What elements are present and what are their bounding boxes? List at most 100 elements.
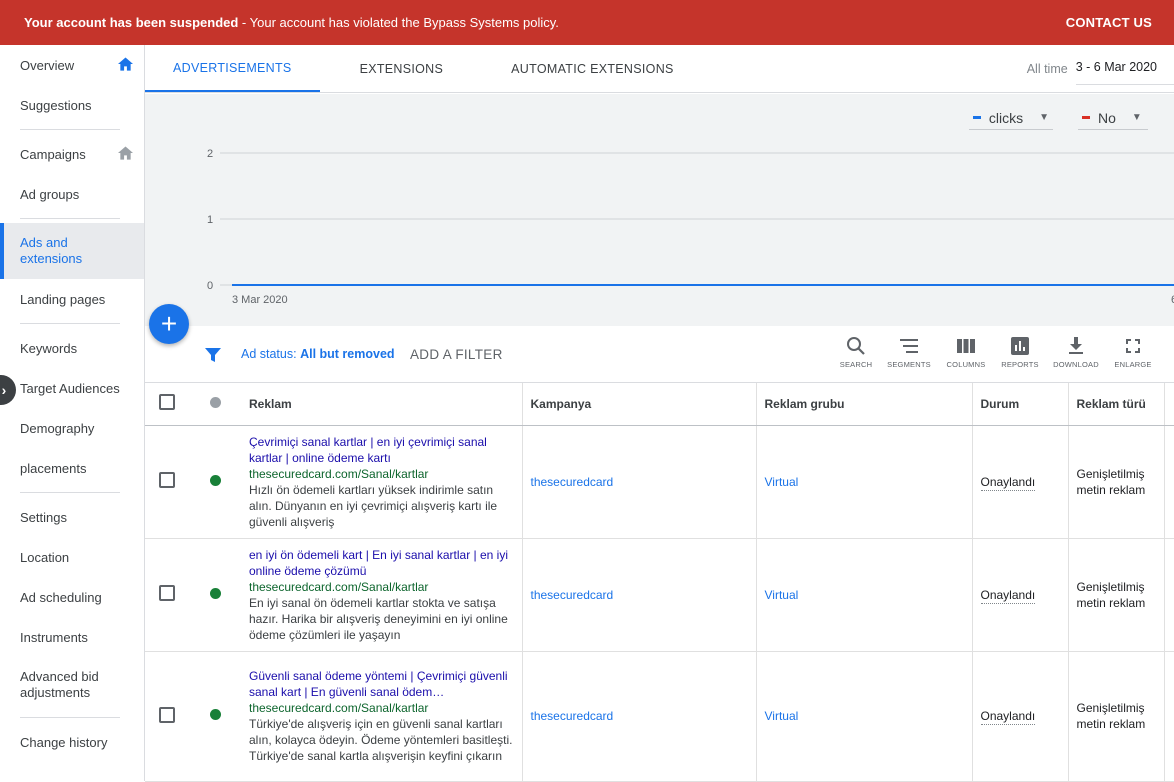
ad-headline-link[interactable]: Güvenli sanal ödeme yöntemi | Çevrimiçi …	[249, 668, 514, 700]
sidebar-item-campaigns[interactable]: Campaigns	[0, 134, 144, 174]
adtype-cell: Genişletilmiş metin reklam	[1068, 651, 1165, 782]
ad-cell: en iyi ön ödemeli kart | En iyi sanal ka…	[241, 538, 523, 652]
row-select-cell	[145, 651, 189, 782]
table-row: Güvenli sanal ödeme yöntemi | Çevrimiçi …	[145, 651, 1174, 782]
download-icon	[1069, 337, 1083, 354]
sidebar-item-placements[interactable]: placements	[0, 448, 144, 488]
sidebar-item-location[interactable]: Location	[0, 537, 144, 577]
sidebar-item-ad-groups[interactable]: Ad groups	[0, 174, 144, 214]
ad-type-text: Genişletilmiş metin reklam	[1076, 579, 1146, 610]
sidebar-item-ad-scheduling[interactable]: Ad scheduling	[0, 577, 144, 617]
sidebar-item-label: Suggestions	[20, 97, 92, 113]
dropdown-caret-icon: ▼	[1039, 112, 1049, 123]
sidebar-item-instruments[interactable]: Instruments	[0, 617, 144, 657]
sidebar-item-label: Ads and extensions	[20, 235, 83, 266]
row-checkbox[interactable]	[159, 472, 175, 488]
segments-tool-button[interactable]: SEGMENTS	[887, 336, 931, 369]
row-select-cell	[145, 538, 189, 652]
adgroup-link[interactable]: Virtual	[765, 709, 799, 723]
metric-selector-clicks[interactable]: clicks ▼	[969, 106, 1053, 130]
sidebar-item-ads-and-extensions[interactable]: Ads and extensions	[0, 223, 144, 279]
table-row: Çevrimiçi sanal kartlar | en iyi çevrimi…	[145, 425, 1174, 539]
sidebar-item-suggestions[interactable]: Suggestions	[0, 85, 144, 125]
y-tick-label: 0	[207, 280, 213, 292]
sidebar-item-label: Target Audiences	[20, 380, 120, 396]
overflow-cell	[1164, 425, 1174, 539]
campaign-cell: thesecuredcard	[522, 425, 757, 539]
divider	[20, 218, 120, 219]
ad-status-label: Ad status:	[241, 347, 297, 361]
status-dot-icon	[209, 474, 221, 486]
ad-display-url: thesecuredcard.com/Sanal/kartlar	[249, 701, 429, 715]
column-header-reklam[interactable]: Reklam	[241, 383, 523, 426]
sidebar-item-label: Keywords	[20, 340, 78, 356]
sidebar-item-label: Ad groups	[20, 186, 80, 202]
banner-text: - Your account has violated the Bypass S…	[238, 15, 559, 30]
sidebar-item-change-history[interactable]: Change history	[0, 722, 144, 762]
select-all-cell	[145, 383, 189, 426]
campaign-link[interactable]: thesecuredcard	[531, 588, 614, 602]
sidebar-item-landing-pages[interactable]: Landing pages	[0, 279, 144, 319]
sidebar-item-settings[interactable]: Settings	[0, 497, 144, 537]
ad-headline-link[interactable]: Çevrimiçi sanal kartlar | en iyi çevrimi…	[249, 434, 514, 466]
campaign-cell: thesecuredcard	[522, 538, 757, 652]
status-text[interactable]: Onaylandı	[980, 587, 1036, 604]
performance-chart: 2 1 0 3 Mar 2020 6 clicks ▼ No ▼	[145, 94, 1174, 326]
campaign-link[interactable]: thesecuredcard	[531, 475, 614, 489]
ad-cell: Güvenli sanal ödeme yöntemi | Çevrimiçi …	[241, 651, 523, 782]
download-tool-button[interactable]: DOWNLOAD	[1053, 336, 1099, 369]
tool-label: ENLARGE	[1114, 360, 1152, 369]
row-checkbox[interactable]	[159, 706, 175, 723]
metric-selector-no[interactable]: No ▼	[1078, 106, 1148, 130]
enlarge-tool-button[interactable]: ENLARGE	[1111, 336, 1155, 369]
ad-status-filter[interactable]: Ad status: All but removed	[241, 347, 395, 361]
ad-headline-link[interactable]: en iyi ön ödemeli kart | En iyi sanal ka…	[249, 547, 514, 579]
status-dot-icon	[209, 709, 221, 720]
add-filter-button[interactable]: ADD A FILTER	[410, 347, 503, 362]
search-tool-button[interactable]: SEARCH	[834, 336, 878, 369]
contact-us-button[interactable]: CONTACT US	[1066, 15, 1152, 30]
reports-tool-button[interactable]: REPORTS	[998, 336, 1042, 369]
status-text[interactable]: Onaylandı	[980, 709, 1036, 725]
sidebar-item-keywords[interactable]: Keywords	[0, 328, 144, 368]
adgroup-link[interactable]: Virtual	[765, 588, 799, 602]
sidebar-item-label: Advanced bid adjustments	[20, 669, 99, 700]
campaign-cell: thesecuredcard	[522, 651, 757, 782]
suspension-banner: Your account has been suspended - Your a…	[0, 0, 1174, 45]
sidebar-item-advanced-bid-adjustments[interactable]: Advanced bid adjustments	[0, 657, 144, 713]
sidebar-item-target-audiences[interactable]: Target Audiences	[0, 368, 144, 408]
home-icon	[118, 57, 133, 71]
sidebar-item-demography[interactable]: Demography	[0, 408, 144, 448]
select-all-checkbox[interactable]	[159, 394, 175, 411]
column-header-overflow	[1164, 383, 1174, 426]
banner-bold-text: Your account has been suspended	[24, 15, 239, 30]
column-header-kampanya[interactable]: Kampanya	[522, 383, 757, 426]
add-fab-button[interactable]: +	[149, 304, 189, 344]
tab-automatic-extensions[interactable]: AUTOMATIC EXTENSIONS	[471, 45, 702, 92]
status-dot-icon	[209, 587, 221, 599]
column-header-durum[interactable]: Durum	[972, 383, 1069, 426]
sidebar-item-label: Overview	[20, 57, 75, 73]
banner-message: Your account has been suspended - Your a…	[24, 15, 559, 30]
column-header-reklam-grubu[interactable]: Reklam grubu	[756, 383, 973, 426]
columns-tool-button[interactable]: COLUMNS	[944, 336, 988, 369]
main-content: ADVERTISEMENTS EXTENSIONS AUTOMATIC EXTE…	[145, 45, 1174, 782]
tab-advertisements[interactable]: ADVERTISEMENTS	[145, 45, 320, 92]
filter-icon[interactable]	[205, 347, 221, 363]
tool-label: SEGMENTS	[887, 360, 931, 369]
ad-type-text: Genişletilmiş metin reklam	[1076, 701, 1146, 731]
table-row: en iyi ön ödemeli kart | En iyi sanal ka…	[145, 538, 1174, 652]
date-range-selector[interactable]: All time 3 - 6 Mar 2020	[1027, 45, 1174, 93]
series-color-swatch	[1082, 116, 1090, 119]
campaign-link[interactable]: thesecuredcard	[531, 709, 614, 723]
status-text[interactable]: Onaylandı	[980, 474, 1036, 491]
adgroup-link[interactable]: Virtual	[765, 475, 799, 489]
x-tick-label-start: 3 Mar 2020	[232, 294, 288, 306]
column-header-reklam-turu[interactable]: Reklam türü	[1068, 383, 1165, 426]
sidebar-item-overview[interactable]: Overview	[0, 45, 144, 85]
tool-label: REPORTS	[1001, 360, 1039, 369]
row-checkbox[interactable]	[159, 585, 175, 601]
tab-extensions[interactable]: EXTENSIONS	[320, 45, 472, 92]
sidebar-item-label: Landing pages	[20, 291, 106, 307]
date-range-value[interactable]: 3 - 6 Mar 2020	[1075, 54, 1174, 85]
